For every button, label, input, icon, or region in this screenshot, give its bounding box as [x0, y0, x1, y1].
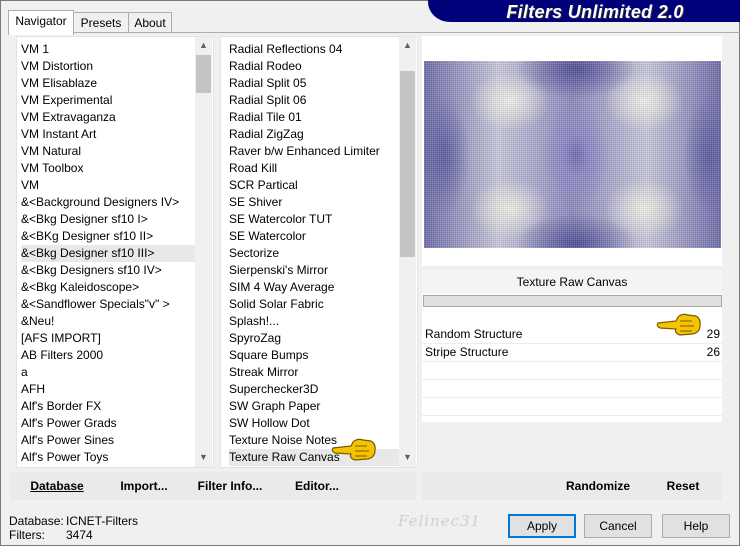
list-item[interactable]: SE Watercolor TUT [229, 211, 399, 228]
list-item[interactable]: Streak Mirror [229, 364, 399, 381]
list-item[interactable]: Radial Tile 01 [229, 109, 399, 126]
list-item[interactable]: VM 1 [21, 41, 195, 58]
randomize-button[interactable]: Randomize [563, 477, 633, 495]
list-item[interactable]: SE Shiver [229, 194, 399, 211]
list-item[interactable]: Alf's Border FX [21, 398, 195, 415]
scroll-down-icon[interactable]: ▼ [195, 449, 212, 466]
param-value[interactable]: 29 [707, 326, 720, 343]
list-item[interactable]: Sectorize [229, 245, 399, 262]
list-item[interactable]: VM Distortion [21, 58, 195, 75]
list-item[interactable]: Radial ZigZag [229, 126, 399, 143]
list-item[interactable]: Alf's Power Toys [21, 449, 195, 466]
list-item[interactable]: VM Natural [21, 143, 195, 160]
tab-about[interactable]: About [128, 12, 172, 33]
list-item[interactable]: Superchecker3D [229, 381, 399, 398]
filters-count-label: Filters: [9, 528, 45, 542]
list-item[interactable]: Raver b/w Enhanced Limiter [229, 143, 399, 160]
filter-scrollbar[interactable]: ▲ ▼ [399, 37, 416, 467]
scroll-thumb[interactable] [196, 55, 211, 93]
list-item[interactable]: Alf's Power Grads [21, 415, 195, 432]
param-row-stripe-structure[interactable]: Stripe Structure 26 [422, 344, 722, 362]
parameter-slider[interactable] [423, 295, 722, 307]
list-item[interactable]: Radial Split 05 [229, 75, 399, 92]
list-item[interactable]: Alf's Power Sines [21, 432, 195, 449]
list-item[interactable]: SW Hollow Dot [229, 415, 399, 432]
list-item[interactable]: VM Extravaganza [21, 109, 195, 126]
list-item[interactable]: VM Elisablaze [21, 75, 195, 92]
list-item[interactable]: SpyroZag [229, 330, 399, 347]
category-list[interactable]: VM 1 VM Distortion VM Elisablaze VM Experim… [16, 36, 214, 468]
param-row-empty [422, 398, 722, 416]
param-value[interactable]: 26 [707, 344, 720, 361]
list-item[interactable]: &<Sandflower Specials"v" > [21, 296, 195, 313]
param-row-empty [422, 362, 722, 380]
filter-list[interactable]: Radial Reflections 04 Radial Rodeo Radial … [220, 36, 418, 468]
list-item[interactable]: Solid Solar Fabric [229, 296, 399, 313]
help-button[interactable]: Help [662, 514, 730, 538]
import-button[interactable]: Import... [118, 477, 170, 495]
list-item[interactable]: Radial Rodeo [229, 58, 399, 75]
category-items: VM 1 VM Distortion VM Elisablaze VM Experim… [21, 41, 195, 466]
database-button[interactable]: Database [27, 477, 87, 495]
category-scrollbar[interactable]: ▲ ▼ [195, 37, 212, 467]
filter-info-button[interactable]: Filter Info... [197, 477, 263, 495]
database-value: ICNET-Filters [66, 514, 138, 528]
list-item[interactable]: VM Toolbox [21, 160, 195, 177]
list-item[interactable]: Sierpenski's Mirror [229, 262, 399, 279]
reset-button[interactable]: Reset [662, 477, 704, 495]
scroll-thumb[interactable] [400, 71, 415, 257]
preview-image [424, 61, 721, 248]
filters-count-value: 3474 [66, 528, 93, 542]
filter-name-label: Texture Raw Canvas [422, 270, 722, 294]
list-item[interactable]: AB Filters 2000 [21, 347, 195, 364]
list-item[interactable]: Road Kill [229, 160, 399, 177]
scroll-down-icon[interactable]: ▼ [399, 449, 416, 466]
app-title: Filters Unlimited 2.0 [506, 2, 684, 22]
editor-button[interactable]: Editor... [294, 477, 340, 495]
list-item[interactable]: SCR Partical [229, 177, 399, 194]
filter-items: Radial Reflections 04 Radial Rodeo Radial … [229, 41, 399, 466]
list-item[interactable]: &<Background Designers IV> [21, 194, 195, 211]
list-item[interactable]: &<Bkg Designer sf10 III> [21, 245, 195, 262]
list-item[interactable]: Radial Split 06 [229, 92, 399, 109]
list-item[interactable]: a [21, 364, 195, 381]
list-item[interactable]: [AFS IMPORT] [21, 330, 195, 347]
param-name: Random Structure [425, 327, 523, 341]
scroll-up-icon[interactable]: ▲ [195, 37, 212, 54]
list-item[interactable]: Radial Reflections 04 [229, 41, 399, 58]
watermark-signature: Felinec31 [398, 512, 482, 530]
list-item[interactable]: VM Instant Art [21, 126, 195, 143]
list-item[interactable]: SW Graph Paper [229, 398, 399, 415]
database-label: Database: [9, 514, 64, 528]
param-row-empty [422, 380, 722, 398]
list-item[interactable]: VM Experimental [21, 92, 195, 109]
apply-button[interactable]: Apply [508, 514, 576, 538]
list-item[interactable]: AFH [21, 381, 195, 398]
list-item[interactable]: SE Watercolor [229, 228, 399, 245]
list-item[interactable]: Splash!... [229, 313, 399, 330]
list-item[interactable]: Square Bumps [229, 347, 399, 364]
pointing-hand-icon [656, 313, 701, 336]
pointing-hand-icon [331, 438, 376, 461]
param-name: Stripe Structure [425, 345, 509, 359]
list-item[interactable]: &<BKg Designer sf10 II> [21, 228, 195, 245]
list-item[interactable]: &<Bkg Kaleidoscope> [21, 279, 195, 296]
tab-navigator[interactable]: Navigator [8, 10, 74, 35]
list-item[interactable]: VM [21, 177, 195, 194]
list-item[interactable]: SIM 4 Way Average [229, 279, 399, 296]
list-item[interactable]: &<Bkg Designer sf10 I> [21, 211, 195, 228]
scroll-up-icon[interactable]: ▲ [399, 37, 416, 54]
tab-presets[interactable]: Presets [73, 12, 129, 33]
list-item[interactable]: &<Bkg Designers sf10 IV> [21, 262, 195, 279]
cancel-button[interactable]: Cancel [584, 514, 652, 538]
list-item[interactable]: &Neu! [21, 313, 195, 330]
